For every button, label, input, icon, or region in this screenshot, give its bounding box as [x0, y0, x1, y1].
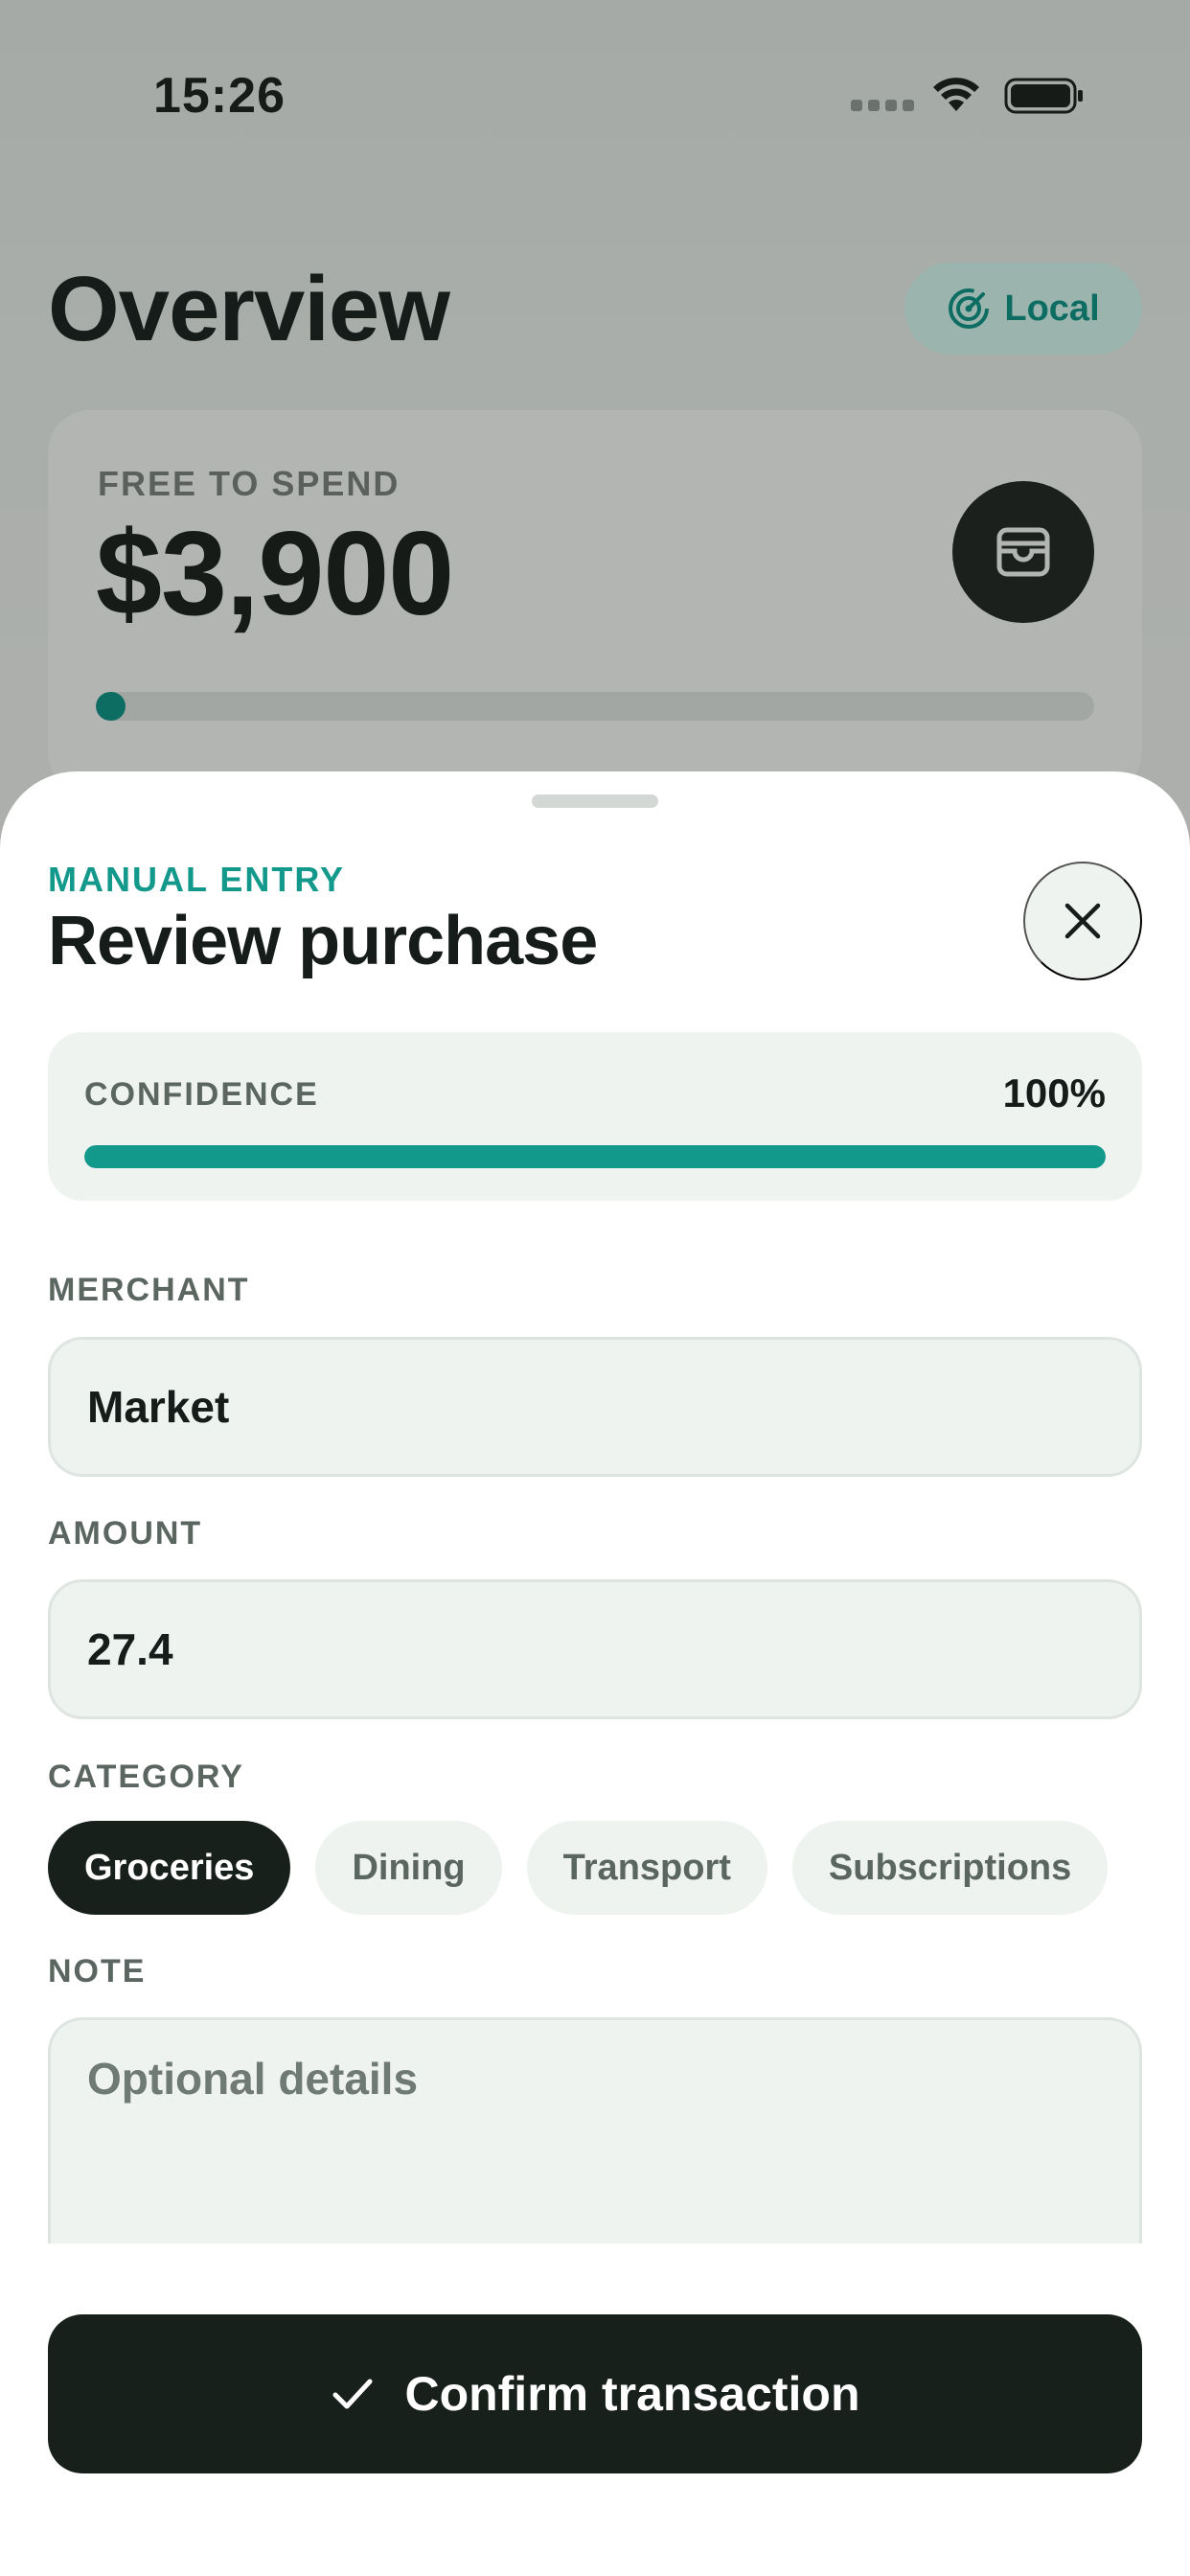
status-time: 15:26: [153, 68, 286, 124]
close-button[interactable]: [1023, 862, 1142, 980]
cellular-signal-icon: [851, 100, 914, 111]
category-chip-subscriptions[interactable]: Subscriptions: [791, 1821, 1109, 1915]
merchant-input[interactable]: [48, 1337, 1142, 1477]
local-mode-label: Local: [1004, 288, 1100, 329]
confidence-label: CONFIDENCE: [84, 1076, 319, 1113]
merchant-label: MERCHANT: [48, 1272, 250, 1308]
category-chip-groceries[interactable]: Groceries: [48, 1821, 291, 1915]
status-bar: 15:26: [0, 0, 1190, 192]
radar-icon: [949, 288, 990, 329]
spend-progress-bar: [96, 692, 1094, 721]
category-chip-dining[interactable]: Dining: [315, 1821, 502, 1915]
local-mode-pill[interactable]: Local: [904, 263, 1142, 355]
battery-full-icon: [1004, 78, 1083, 114]
page-title: Overview: [48, 258, 450, 360]
wallet-icon: [996, 527, 1050, 577]
note-input[interactable]: [48, 2017, 1142, 2247]
review-purchase-sheet: MANUAL ENTRY Review purchase CONFIDENCE …: [0, 771, 1190, 2576]
confirm-transaction-label: Confirm transaction: [404, 2367, 860, 2421]
sheet-eyebrow: MANUAL ENTRY: [48, 860, 345, 899]
checkmark-icon: [332, 2379, 373, 2409]
confirm-transaction-button[interactable]: Confirm transaction: [48, 2314, 1142, 2473]
wifi-icon: [933, 78, 979, 111]
confidence-bar: [84, 1145, 1106, 1168]
category-chip-row: Groceries Dining Transport Subscriptions: [48, 1821, 1142, 1915]
free-to-spend-amount: $3,900: [96, 508, 454, 640]
sheet-grabber[interactable]: [532, 794, 658, 808]
confidence-bar-fill: [84, 1145, 1106, 1168]
close-icon: [1064, 903, 1101, 939]
confidence-panel: CONFIDENCE 100%: [48, 1032, 1142, 1201]
amount-input[interactable]: [48, 1579, 1142, 1719]
confidence-value: 100%: [1002, 1070, 1106, 1116]
wallet-button[interactable]: [952, 481, 1094, 623]
spend-progress-fill: [96, 692, 126, 721]
scroll-fade: [0, 2243, 1190, 2301]
category-chip-transport[interactable]: Transport: [526, 1821, 767, 1915]
amount-label: AMOUNT: [48, 1515, 203, 1552]
free-to-spend-label: FREE TO SPEND: [98, 464, 400, 503]
note-label: NOTE: [48, 1953, 147, 1990]
free-to-spend-card: FREE TO SPEND $3,900: [48, 410, 1142, 794]
category-label: CATEGORY: [48, 1759, 244, 1795]
sheet-title: Review purchase: [48, 903, 598, 979]
